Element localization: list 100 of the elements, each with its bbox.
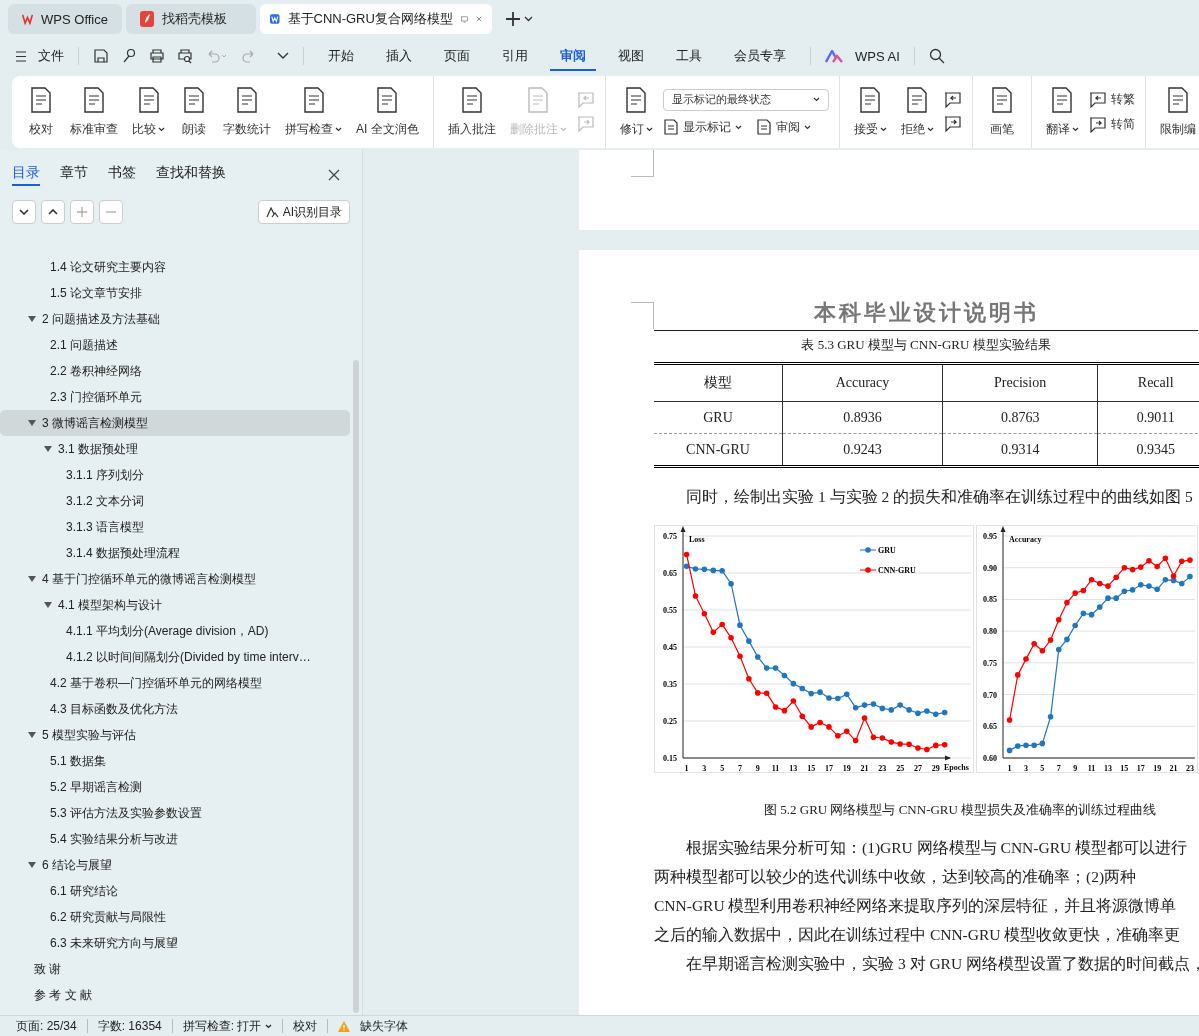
print-preview-icon[interactable] xyxy=(177,48,193,64)
link-icon[interactable] xyxy=(121,48,137,64)
new-tab-icon[interactable] xyxy=(506,12,520,26)
toc-item[interactable]: 3.1 数据预处理 xyxy=(0,436,350,462)
toc-item[interactable]: 5.2 早期谣言检测 xyxy=(0,774,350,800)
toc-item[interactable]: 6 结论与展望 xyxy=(0,852,350,878)
ribbon-button[interactable]: 显示标记 xyxy=(662,118,742,136)
collapse-up-button[interactable] xyxy=(41,200,65,224)
caret-icon xyxy=(812,97,820,102)
toc-item[interactable]: 2.2 卷积神经网络 xyxy=(0,358,350,384)
data-point xyxy=(701,610,708,617)
toc-item[interactable]: 4 基于门控循环单元的微博谣言检测模型 xyxy=(0,566,350,592)
caret-icon[interactable] xyxy=(524,16,533,22)
toc-item[interactable]: 4.3 目标函数及优化方法 xyxy=(0,696,350,722)
ribbon-tab[interactable]: 插入 xyxy=(376,41,422,71)
document-tab[interactable]: 找稻壳模板 xyxy=(126,4,256,34)
ribbon-tab[interactable]: 开始 xyxy=(318,41,364,71)
close-icon[interactable] xyxy=(328,169,340,181)
ribbon-button[interactable]: 转繁 xyxy=(1088,91,1135,108)
caret-icon xyxy=(559,126,567,132)
ribbon-button[interactable]: 翻译 xyxy=(1041,82,1083,142)
toc-item[interactable]: 1.5 论文章节安排 xyxy=(0,280,350,306)
toc-item[interactable]: 6.1 研究结论 xyxy=(0,878,350,904)
expand-triangle-icon[interactable] xyxy=(28,575,36,583)
panel-tab[interactable]: 章节 xyxy=(60,164,88,186)
proofread-button[interactable]: 校对 xyxy=(293,1017,318,1035)
panel-tab[interactable]: 书签 xyxy=(108,164,136,186)
ribbon-tab[interactable]: 页面 xyxy=(434,41,480,71)
ribbon-button[interactable]: 朗读 xyxy=(175,82,213,142)
ribbon-tab[interactable]: 视图 xyxy=(608,41,654,71)
ribbon-button[interactable]: 比较 xyxy=(128,82,169,142)
toc-item[interactable]: 5 模型实验与评估 xyxy=(0,722,350,748)
missing-font-button[interactable]: 缺失字体 xyxy=(360,1017,409,1035)
expand-triangle-icon[interactable] xyxy=(28,731,36,739)
data-point xyxy=(924,746,930,753)
markup-dropdown[interactable]: 显示标记的最终状态 xyxy=(662,88,829,111)
toc-item[interactable]: 4.1 模型架构与设计 xyxy=(0,592,350,618)
toc-item[interactable]: 3.1.1 序列划分 xyxy=(0,462,350,488)
toc-item[interactable]: 2.1 问题描述 xyxy=(0,332,350,358)
ribbon-button[interactable]: 插入批注 xyxy=(443,82,500,142)
ribbon-button[interactable]: 审阅 xyxy=(755,118,811,136)
toc-item[interactable]: 4.1.1 平均划分(Average division，AD) xyxy=(0,618,350,644)
ribbon-button[interactable]: 转简 xyxy=(1088,116,1135,133)
ribbon-button[interactable]: 接受 xyxy=(849,82,891,142)
panel-tab[interactable]: 目录 xyxy=(12,164,40,186)
toc-item[interactable]: 3 微博谣言检测模型 xyxy=(0,410,350,436)
caret-icon xyxy=(645,126,653,132)
file-menu[interactable]: 文件 xyxy=(38,47,64,65)
toc-item[interactable]: 5.1 数据集 xyxy=(0,748,350,774)
toc-item[interactable]: 3.1.4 数据预处理流程 xyxy=(0,540,350,566)
ribbon-button[interactable]: 画笔 xyxy=(982,82,1021,142)
ribbon-tab[interactable]: 工具 xyxy=(666,41,712,71)
panel-tab[interactable]: 查找和替换 xyxy=(156,164,226,186)
save-icon[interactable] xyxy=(93,48,109,64)
ribbon-button[interactable]: 修订 xyxy=(615,82,657,142)
table-cell: 0.8763 xyxy=(942,401,1098,434)
toc-item[interactable]: 5.4 实验结果分析与改进 xyxy=(0,826,350,852)
expand-triangle-icon[interactable] xyxy=(28,315,36,323)
ribbon-button[interactable] xyxy=(943,92,962,108)
expand-triangle-icon[interactable] xyxy=(44,445,52,453)
spell-check-toggle[interactable]: 拼写检查: 打开 xyxy=(182,1017,273,1035)
toc-item[interactable]: 2.3 门控循环单元 xyxy=(0,384,350,410)
ribbon-tab[interactable]: 审阅 xyxy=(550,41,596,71)
menu-icon[interactable] xyxy=(16,50,26,62)
toc-item[interactable]: 1.4 论文研究主要内容 xyxy=(0,254,350,280)
ribbon-tab[interactable]: 引用 xyxy=(492,41,538,71)
ribbon-button[interactable]: 字数统计 xyxy=(219,82,275,142)
toc-item[interactable]: 2 问题描述及方法基础 xyxy=(0,306,350,332)
toc-item[interactable]: 致 谢 xyxy=(0,956,350,982)
ribbon-button[interactable]: 校对 xyxy=(22,82,60,142)
toc-item[interactable]: 3.1.3 语言模型 xyxy=(0,514,350,540)
scrollbar-thumb[interactable] xyxy=(353,360,359,1013)
toc-item[interactable]: 参 考 文 献 xyxy=(0,982,350,1008)
expand-triangle-icon[interactable] xyxy=(44,601,52,609)
word-count[interactable]: 字数: 16354 xyxy=(97,1017,162,1035)
ribbon-button[interactable]: 标准审查 xyxy=(66,82,122,142)
expand-down-button[interactable] xyxy=(12,200,36,224)
expand-triangle-icon[interactable] xyxy=(28,419,36,427)
ribbon-button[interactable]: 限制编 xyxy=(1155,82,1199,142)
ribbon-button[interactable]: AI 全文润色 xyxy=(352,82,423,142)
toc-item[interactable]: 5.3 评估方法及实验参数设置 xyxy=(0,800,350,826)
search-icon[interactable] xyxy=(928,48,945,64)
wps-ai-menu[interactable]: WPS AI xyxy=(855,48,900,64)
ribbon-button[interactable] xyxy=(943,116,962,132)
expand-triangle-icon[interactable] xyxy=(28,861,36,869)
toc-item[interactable]: 6.3 未来研究方向与展望 xyxy=(0,930,350,956)
toc-item[interactable]: 3.1.2 文本分词 xyxy=(0,488,350,514)
x-tick-label: 3 xyxy=(702,764,707,772)
page-count[interactable]: 页面: 25/34 xyxy=(16,1017,77,1035)
ribbon-button[interactable]: 拒绝 xyxy=(896,82,938,142)
table-cell: 0.9011 xyxy=(1097,401,1199,434)
toc-item[interactable]: 4.1.2 以时间间隔划分(Divided by time interv… xyxy=(0,644,350,670)
document-tab[interactable]: WPS Office xyxy=(8,4,122,34)
toc-item[interactable]: 4.2 基于卷积—门控循环单元的网络模型 xyxy=(0,670,350,696)
ai-toc-button[interactable]: AI识别目录 xyxy=(257,200,350,224)
ribbon-button[interactable]: 拼写检查 xyxy=(281,82,346,142)
ribbon-tab[interactable]: 会员专享 xyxy=(724,41,796,71)
more-icon[interactable] xyxy=(277,52,289,60)
toc-item[interactable]: 6.2 研究贡献与局限性 xyxy=(0,904,350,930)
print-icon[interactable] xyxy=(149,48,165,64)
